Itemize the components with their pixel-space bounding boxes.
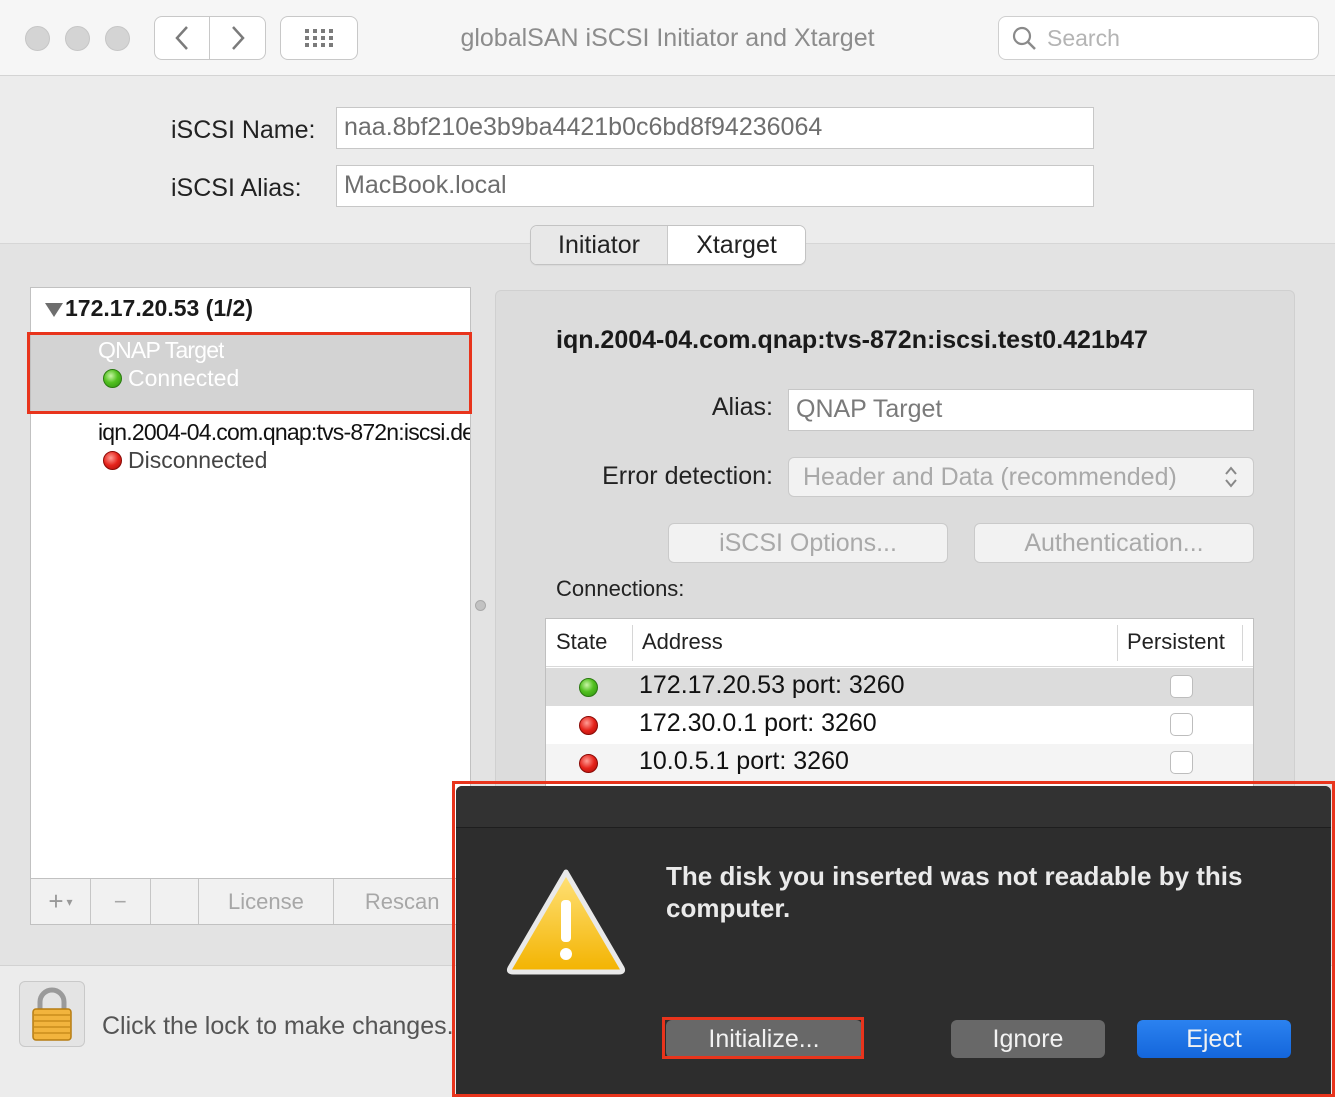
title-bar: globalSAN iSCSI Initiator and Xtarget Se… — [0, 0, 1335, 76]
connection-address: 10.0.5.1 port: 3260 — [639, 747, 849, 775]
iscsi-alias-field[interactable]: MacBook.local — [336, 165, 1094, 207]
add-target-button[interactable]: + ▾ — [31, 879, 91, 924]
connections-table: State Address Persistent 172.17.20.53 po… — [545, 618, 1254, 788]
disconnected-status-icon — [579, 754, 598, 773]
iscsi-name-label: iSCSI Name: — [171, 116, 316, 144]
iscsi-options-button[interactable]: iSCSI Options... — [668, 523, 948, 563]
search-icon — [1012, 26, 1036, 50]
column-separator — [1242, 625, 1243, 661]
persistent-checkbox[interactable] — [1170, 675, 1193, 698]
table-row[interactable]: 172.30.0.1 port: 3260 — [546, 706, 1253, 744]
lock-button[interactable] — [19, 981, 85, 1047]
zoom-window-button[interactable] — [105, 26, 130, 51]
column-separator — [632, 625, 633, 661]
connections-label: Connections: — [556, 576, 685, 601]
toolbar-spacer — [151, 879, 199, 924]
target-row[interactable]: iqn.2004-04.com.qnap:tvs-872n:iscsi.de… … — [31, 416, 470, 480]
tab-xtarget[interactable]: Xtarget — [668, 226, 805, 264]
iscsi-name-field[interactable]: naa.8bf210e3b9ba4421b0c6bd8f94236064 — [336, 107, 1094, 149]
mode-tabs: Initiator Xtarget — [530, 225, 806, 265]
table-header: State Address Persistent — [546, 619, 1253, 667]
close-window-button[interactable] — [25, 26, 50, 51]
table-row[interactable]: 172.17.20.53 port: 3260 — [546, 668, 1253, 706]
disclosure-triangle-icon[interactable] — [45, 303, 63, 317]
iscsi-alias-label: iSCSI Alias: — [171, 174, 302, 202]
preferences-window: globalSAN iSCSI Initiator and Xtarget Se… — [0, 0, 1335, 1097]
minimize-window-button[interactable] — [65, 26, 90, 51]
target-status-label: Disconnected — [128, 447, 268, 473]
chevron-right-icon — [231, 26, 245, 50]
target-iqn-title: iqn.2004-04.com.qnap:tvs-872n:iscsi.test… — [556, 326, 1148, 354]
disconnected-status-icon — [103, 451, 122, 470]
target-status: Disconnected — [103, 447, 267, 474]
persistent-checkbox[interactable] — [1170, 713, 1193, 736]
portal-group-row[interactable]: 172.17.20.53 (1/2) — [31, 290, 470, 326]
error-detection-value: Header and Data (recommended) — [803, 462, 1177, 491]
license-button[interactable]: License — [199, 879, 335, 924]
error-detection-select[interactable]: Header and Data (recommended) — [788, 457, 1254, 497]
grid-icon — [305, 29, 333, 47]
authentication-button[interactable]: Authentication... — [974, 523, 1254, 563]
alias-label: Alias: — [711, 393, 773, 421]
disconnected-status-icon — [579, 716, 598, 735]
column-header-address[interactable]: Address — [642, 629, 723, 655]
column-header-state[interactable]: State — [556, 629, 607, 655]
error-detection-label: Error detection: — [602, 462, 773, 490]
search-placeholder: Search — [1047, 24, 1120, 51]
updown-chevron-icon — [1225, 466, 1237, 488]
forward-button[interactable] — [209, 16, 266, 60]
lock-icon — [32, 987, 72, 1041]
remove-target-button[interactable]: − — [91, 879, 151, 924]
chevron-left-icon — [175, 26, 188, 50]
rescan-button[interactable]: Rescan — [334, 879, 470, 924]
table-row[interactable]: 10.0.5.1 port: 3260 — [546, 744, 1253, 782]
column-separator — [1117, 625, 1118, 661]
persistent-checkbox[interactable] — [1170, 751, 1193, 774]
target-alias-field[interactable]: QNAP Target — [788, 389, 1254, 431]
connection-address: 172.30.0.1 port: 3260 — [639, 709, 877, 737]
connection-address: 172.17.20.53 port: 3260 — [639, 671, 905, 699]
dialog-highlight-box — [452, 781, 1335, 1097]
column-header-persistent[interactable]: Persistent — [1127, 629, 1225, 655]
target-title: iqn.2004-04.com.qnap:tvs-872n:iscsi.de… — [98, 419, 470, 445]
list-toolbar: + ▾ − License Rescan — [30, 879, 471, 925]
search-field[interactable]: Search — [998, 16, 1319, 60]
portal-group-label: 172.17.20.53 (1/2) — [65, 294, 253, 321]
connected-status-icon — [579, 678, 598, 697]
split-view-handle[interactable] — [475, 600, 486, 611]
back-button[interactable] — [154, 16, 210, 60]
initialize-highlight-box — [662, 1017, 864, 1059]
window-title: globalSAN iSCSI Initiator and Xtarget — [460, 24, 875, 52]
show-all-button[interactable] — [280, 16, 358, 60]
tab-initiator[interactable]: Initiator — [531, 226, 668, 264]
selection-highlight-box — [27, 332, 472, 414]
lock-message: Click the lock to make changes. — [102, 1012, 454, 1040]
